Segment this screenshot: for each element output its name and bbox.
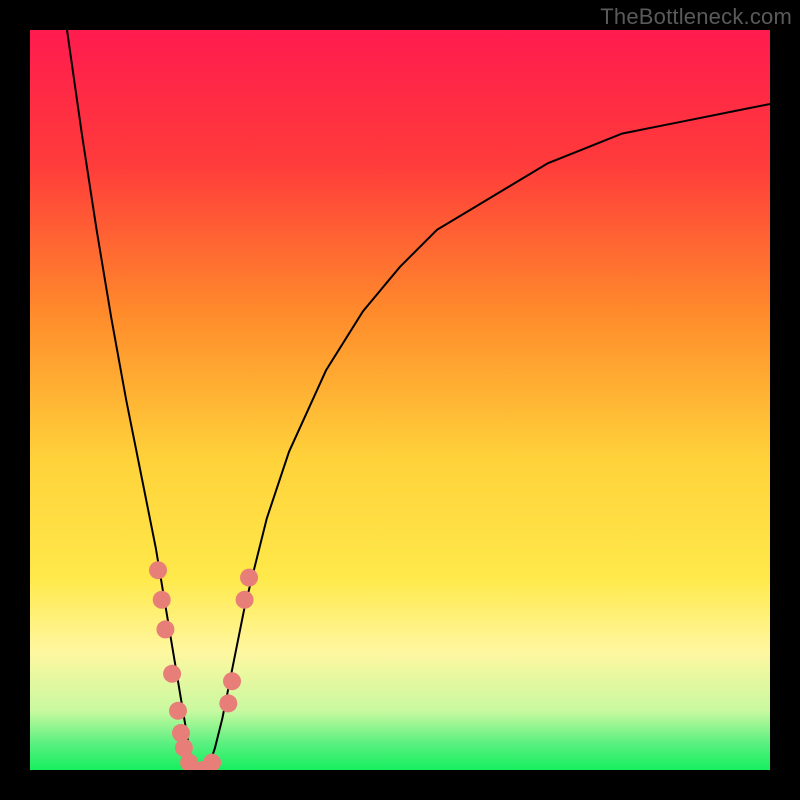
data-marker xyxy=(240,569,258,587)
chart-frame: TheBottleneck.com xyxy=(0,0,800,800)
bottleneck-curve-chart xyxy=(30,30,770,770)
gradient-background xyxy=(30,30,770,770)
data-marker xyxy=(219,694,237,712)
data-marker xyxy=(149,561,167,579)
data-marker xyxy=(163,665,181,683)
data-marker xyxy=(236,591,254,609)
data-marker xyxy=(169,702,187,720)
data-marker xyxy=(153,591,171,609)
data-marker xyxy=(223,672,241,690)
data-marker xyxy=(172,724,190,742)
watermark-text: TheBottleneck.com xyxy=(600,4,792,30)
data-marker xyxy=(156,620,174,638)
